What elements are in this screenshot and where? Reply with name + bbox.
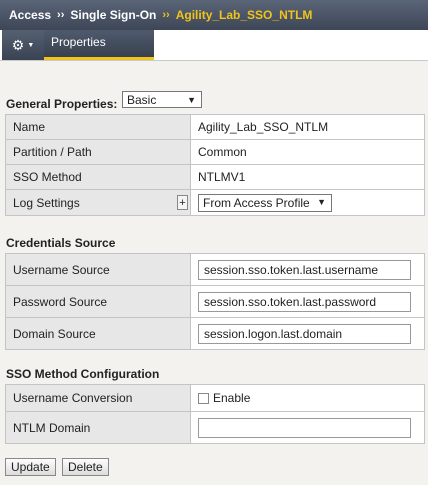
table-row: Log Settings + From Access Profile ▼: [5, 189, 425, 216]
enable-label: Enable: [213, 391, 251, 405]
breadcrumb: Access ›› Single Sign-On ›› Agility_Lab_…: [0, 0, 428, 30]
partition-path-label: Partition / Path: [5, 139, 191, 165]
password-source-label: Password Source: [5, 285, 191, 318]
log-settings-cell-value: From Access Profile ▼: [190, 189, 425, 216]
breadcrumb-access[interactable]: Access: [9, 8, 51, 22]
sso-method-configuration-heading: SSO Method Configuration: [6, 367, 160, 381]
sso-method-value: NTLMV1: [190, 164, 425, 190]
domain-source-label: Domain Source: [5, 317, 191, 350]
tab-properties[interactable]: Properties: [44, 30, 154, 60]
password-source-input[interactable]: [198, 291, 411, 312]
chevron-down-icon: ▼: [27, 41, 35, 49]
breadcrumb-separator: ››: [162, 9, 170, 21]
breadcrumb-separator: ››: [57, 9, 65, 21]
domain-source-input[interactable]: [198, 323, 411, 344]
general-properties-table: Name Agility_Lab_SSO_NTLM Partition / Pa…: [5, 114, 425, 216]
username-conversion-label: Username Conversion: [5, 384, 191, 412]
log-settings-select[interactable]: From Access Profile ▼: [198, 193, 332, 212]
tab-bar: ⚙ ▼ Properties: [0, 30, 428, 61]
table-row: Password Source: [5, 285, 425, 318]
partition-path-value: Common: [190, 139, 425, 165]
username-source-cell: [190, 253, 425, 286]
dropdown-arrow-icon: ▼: [317, 196, 326, 207]
view-mode-value: Basic: [127, 93, 157, 107]
domain-source-cell: [190, 317, 425, 350]
table-row: Name Agility_Lab_SSO_NTLM: [5, 114, 425, 140]
sso-method-label: SSO Method: [5, 164, 191, 190]
table-row: Username Conversion Enable: [5, 384, 425, 412]
name-label: Name: [5, 114, 191, 140]
enable-checkbox[interactable]: [198, 393, 209, 405]
breadcrumb-single-sign-on[interactable]: Single Sign-On: [70, 8, 156, 22]
username-source-input[interactable]: [198, 259, 411, 280]
log-settings-label: Log Settings: [13, 195, 80, 210]
log-settings-value: From Access Profile: [203, 195, 310, 210]
credentials-source-heading: Credentials Source: [6, 236, 116, 250]
ntlm-domain-input[interactable]: [198, 417, 411, 438]
ntlm-domain-label: NTLM Domain: [5, 411, 191, 444]
gear-icon: ⚙: [11, 36, 25, 53]
gear-menu-button[interactable]: ⚙ ▼: [2, 30, 44, 60]
sso-config-table: Username Conversion Enable NTLM Domain: [5, 384, 425, 444]
table-row: NTLM Domain: [5, 411, 425, 444]
update-button[interactable]: Update: [5, 458, 56, 476]
table-row: SSO Method NTLMV1: [5, 164, 425, 190]
view-mode-select[interactable]: Basic ▼: [122, 91, 202, 108]
username-source-label: Username Source: [5, 253, 191, 286]
delete-button[interactable]: Delete: [62, 458, 109, 476]
username-conversion-cell: Enable: [190, 384, 425, 412]
table-row: Username Source: [5, 253, 425, 286]
table-row: Partition / Path Common: [5, 139, 425, 165]
password-source-cell: [190, 285, 425, 318]
dropdown-arrow-icon: ▼: [187, 95, 196, 105]
general-properties-heading: General Properties:: [6, 97, 118, 111]
ntlm-domain-cell: [190, 411, 425, 444]
log-settings-cell: Log Settings +: [5, 189, 191, 216]
breadcrumb-current-page: Agility_Lab_SSO_NTLM: [175, 8, 313, 22]
name-value: Agility_Lab_SSO_NTLM: [190, 114, 425, 140]
add-log-setting-button[interactable]: +: [177, 194, 188, 210]
table-row: Domain Source: [5, 317, 425, 350]
credentials-table: Username Source Password Source Domain S…: [5, 253, 425, 350]
